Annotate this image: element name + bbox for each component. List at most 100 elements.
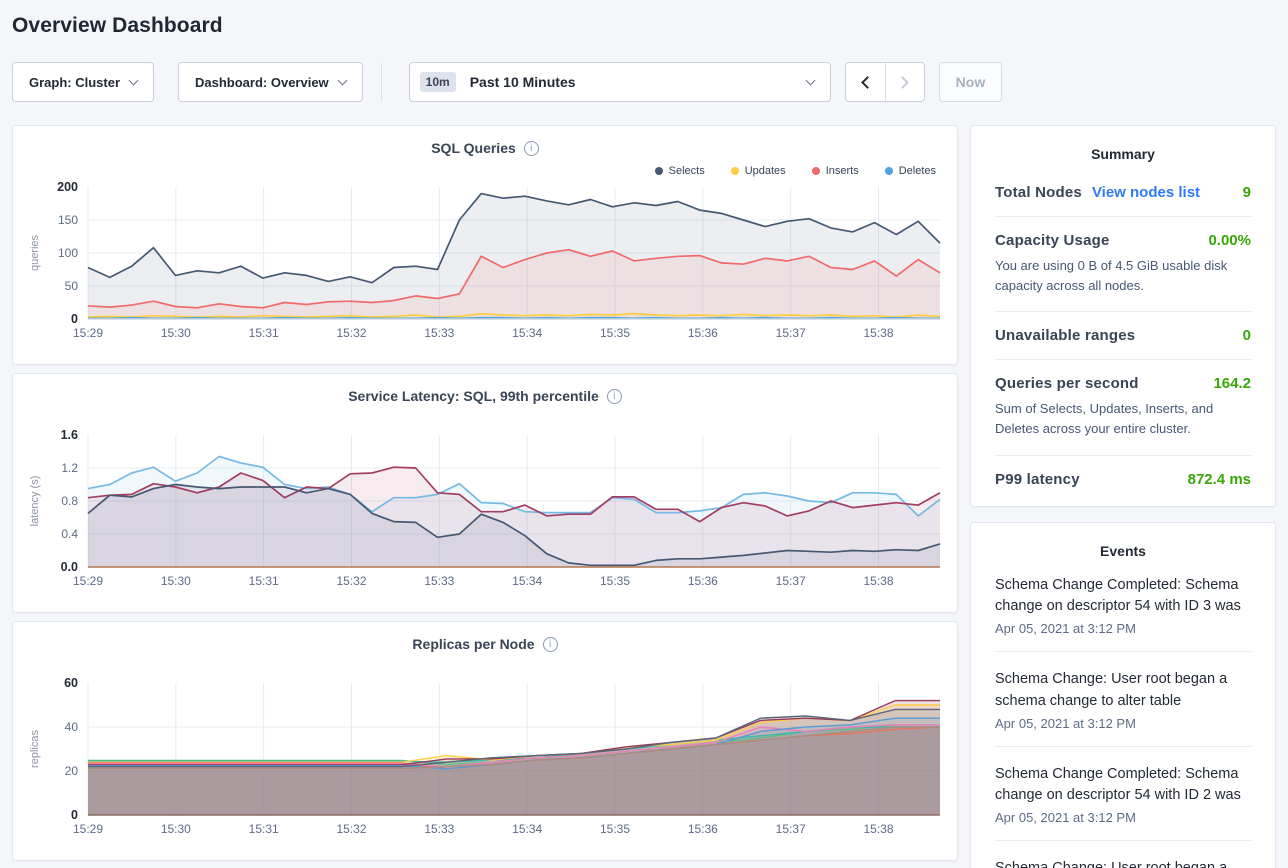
summary-row-total-nodes: Total Nodes View nodes list 9: [995, 184, 1251, 201]
replicas-per-node-chart[interactable]: 020406015:2915:3015:3115:3215:3315:3415:…: [24, 675, 946, 843]
event-timestamp: Apr 05, 2021 at 3:12 PM: [995, 716, 1251, 731]
time-forward-button[interactable]: [885, 63, 924, 101]
event-text: Schema Change Completed: Schema change o…: [995, 764, 1251, 808]
svg-text:15:34: 15:34: [512, 574, 542, 588]
svg-text:replicas: replicas: [29, 730, 41, 768]
svg-text:15:31: 15:31: [249, 822, 279, 836]
divider: [995, 651, 1251, 652]
graph-scope-dropdown[interactable]: Graph: Cluster: [12, 62, 154, 102]
time-back-button[interactable]: [846, 63, 885, 101]
summary-title: Summary: [995, 146, 1251, 162]
dashboard-content: SQL Queries i Selects Updates Inserts De…: [0, 125, 1288, 868]
svg-text:15:32: 15:32: [336, 822, 366, 836]
chart-title: Service Latency: SQL, 99th percentile: [348, 388, 599, 404]
page-title: Overview Dashboard: [0, 0, 1288, 38]
svg-text:15:38: 15:38: [863, 326, 893, 340]
event-item: Schema Change Completed: Schema change o…: [995, 764, 1251, 826]
dashboard-toolbar: Graph: Cluster Dashboard: Overview 10m P…: [12, 62, 1276, 102]
events-panel: Events Schema Change Completed: Schema c…: [970, 522, 1276, 868]
time-range-badge: 10m: [420, 72, 456, 92]
chart-legend: Selects Updates Inserts Deletes: [24, 164, 936, 178]
summary-row-label: Queries per second: [995, 375, 1139, 392]
svg-text:200: 200: [57, 180, 78, 194]
legend-dot: [731, 167, 739, 175]
sql-queries-chart-card: SQL Queries i Selects Updates Inserts De…: [12, 125, 958, 365]
view-nodes-list-link[interactable]: View nodes list: [1092, 184, 1200, 201]
svg-text:150: 150: [58, 213, 78, 227]
divider: [995, 840, 1251, 841]
svg-text:queries: queries: [29, 234, 41, 271]
info-icon[interactable]: i: [524, 141, 539, 156]
svg-text:1.6: 1.6: [61, 428, 78, 442]
summary-row-description: You are using 0 B of 4.5 GiB usable disk…: [995, 256, 1251, 296]
svg-text:15:29: 15:29: [73, 822, 103, 836]
svg-text:15:33: 15:33: [424, 326, 454, 340]
summary-row-description: Sum of Selects, Updates, Inserts, and De…: [995, 399, 1251, 439]
dashboard-select-dropdown[interactable]: Dashboard: Overview: [178, 62, 363, 102]
summary-row-unavailable-ranges: Unavailable ranges 0: [995, 327, 1251, 344]
svg-text:15:35: 15:35: [600, 574, 630, 588]
summary-row-p99-latency: P99 latency 872.4 ms: [995, 471, 1251, 488]
svg-text:15:32: 15:32: [336, 326, 366, 340]
events-title: Events: [995, 543, 1251, 559]
toolbar-divider: [381, 63, 382, 101]
legend-dot: [812, 167, 820, 175]
dashboard-select-label: Dashboard: Overview: [195, 75, 329, 90]
svg-text:15:37: 15:37: [776, 822, 806, 836]
sql-queries-chart[interactable]: 05010015020015:2915:3015:3115:3215:3315:…: [24, 179, 946, 347]
legend-dot: [655, 167, 663, 175]
svg-text:15:33: 15:33: [424, 822, 454, 836]
chevron-left-icon: [861, 76, 874, 89]
svg-text:15:36: 15:36: [688, 822, 718, 836]
svg-text:0.4: 0.4: [61, 527, 78, 541]
summary-row-queries-per-second: Queries per second 164.2 Sum of Selects,…: [995, 375, 1251, 439]
summary-row-value: 0.00%: [1208, 232, 1251, 249]
svg-text:15:38: 15:38: [863, 574, 893, 588]
svg-text:15:36: 15:36: [688, 574, 718, 588]
svg-text:50: 50: [65, 279, 79, 293]
graph-scope-label: Graph: Cluster: [29, 75, 120, 90]
info-icon[interactable]: i: [607, 389, 622, 404]
svg-text:15:31: 15:31: [249, 574, 279, 588]
charts-column: SQL Queries i Selects Updates Inserts De…: [12, 125, 958, 861]
summary-row-value: 9: [1243, 184, 1251, 201]
now-button[interactable]: Now: [939, 62, 1003, 102]
svg-text:20: 20: [65, 764, 79, 778]
event-text: Schema Change: User root began a schema …: [995, 669, 1251, 713]
svg-text:0: 0: [71, 312, 78, 326]
divider: [995, 359, 1251, 360]
now-button-label: Now: [956, 74, 986, 90]
time-range-dropdown[interactable]: 10m Past 10 Minutes: [409, 62, 831, 102]
event-text: Schema Change: User root began a schema …: [995, 858, 1251, 868]
chevron-down-icon: [805, 75, 815, 85]
svg-text:15:30: 15:30: [161, 822, 191, 836]
svg-text:15:38: 15:38: [863, 822, 893, 836]
legend-item-inserts: Inserts: [812, 164, 859, 178]
summary-row-label: Unavailable ranges: [995, 327, 1135, 344]
svg-text:15:29: 15:29: [73, 574, 103, 588]
time-range-label: Past 10 Minutes: [470, 74, 807, 90]
svg-text:0.0: 0.0: [61, 560, 78, 574]
divider: [995, 311, 1251, 312]
service-latency-chart-card: Service Latency: SQL, 99th percentile i …: [12, 373, 958, 613]
chevron-down-icon: [337, 75, 347, 85]
chart-title: SQL Queries: [431, 140, 516, 156]
info-icon[interactable]: i: [543, 637, 558, 652]
side-column: Summary Total Nodes View nodes list 9 Ca…: [970, 125, 1276, 868]
summary-row-value: 164.2: [1213, 375, 1251, 392]
svg-text:15:32: 15:32: [336, 574, 366, 588]
divider: [995, 746, 1251, 747]
summary-row-value: 0: [1243, 327, 1251, 344]
event-timestamp: Apr 05, 2021 at 3:12 PM: [995, 621, 1251, 636]
legend-item-deletes: Deletes: [885, 164, 936, 178]
service-latency-chart[interactable]: 0.00.40.81.21.615:2915:3015:3115:3215:33…: [24, 427, 946, 595]
svg-text:0.8: 0.8: [61, 494, 78, 508]
svg-text:15:30: 15:30: [161, 574, 191, 588]
svg-text:15:35: 15:35: [600, 326, 630, 340]
svg-text:15:37: 15:37: [776, 326, 806, 340]
summary-panel: Summary Total Nodes View nodes list 9 Ca…: [970, 125, 1276, 507]
summary-row-label: Capacity Usage: [995, 232, 1110, 249]
summary-row-label: P99 latency: [995, 471, 1080, 488]
chevron-right-icon: [896, 76, 909, 89]
replicas-per-node-chart-card: Replicas per Node i 020406015:2915:3015:…: [12, 621, 958, 861]
